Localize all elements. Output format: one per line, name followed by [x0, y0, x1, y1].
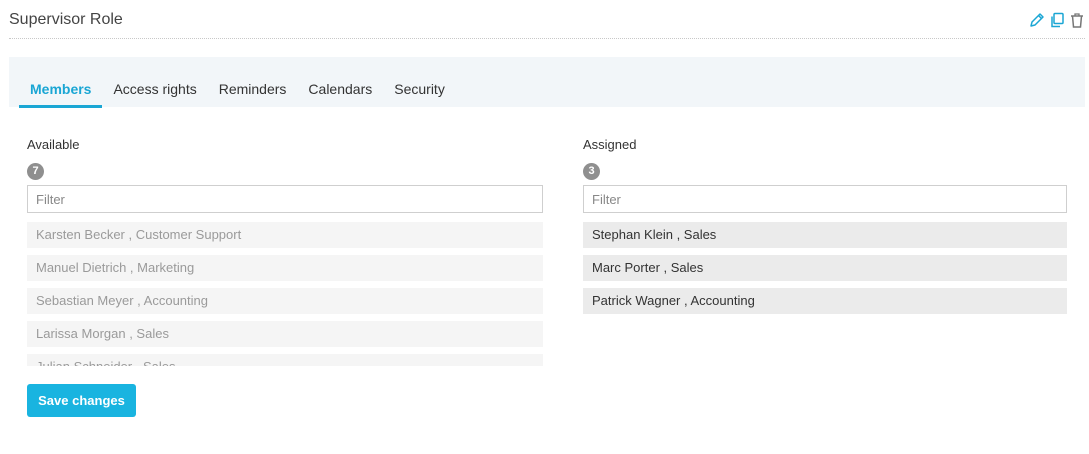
tab-security[interactable]: Security: [383, 81, 456, 108]
save-changes-button[interactable]: Save changes: [27, 384, 136, 417]
available-list-item[interactable]: Julian Schneider , Sales: [27, 354, 543, 366]
tab-list: Members Access rights Reminders Calendar…: [19, 81, 456, 108]
assigned-list-item[interactable]: Patrick Wagner , Accounting: [583, 288, 1067, 314]
tab-members[interactable]: Members: [19, 81, 103, 108]
available-list[interactable]: Karsten Becker , Customer Support Manuel…: [27, 222, 543, 366]
available-list-item[interactable]: Larissa Morgan , Sales: [27, 321, 543, 347]
assigned-count-badge: 3: [583, 163, 600, 180]
title-bar: Supervisor Role: [9, 0, 1085, 39]
assigned-panel: Assigned 3 Stephan Klein , Sales Marc Po…: [583, 137, 1067, 366]
available-list-item[interactable]: Sebastian Meyer , Accounting: [27, 288, 543, 314]
assigned-label: Assigned: [583, 137, 637, 152]
tab-calendars[interactable]: Calendars: [297, 81, 383, 108]
trash-icon[interactable]: [1069, 12, 1085, 28]
assigned-list-item[interactable]: Stephan Klein , Sales: [583, 222, 1067, 248]
copy-icon[interactable]: [1049, 12, 1065, 28]
tab-access-rights[interactable]: Access rights: [102, 81, 207, 108]
tabs-bar: Members Access rights Reminders Calendar…: [9, 57, 1085, 108]
title-actions: [1029, 12, 1085, 28]
available-list-item[interactable]: Manuel Dietrich , Marketing: [27, 255, 543, 281]
assigned-filter-input[interactable]: [583, 185, 1067, 213]
assigned-list[interactable]: Stephan Klein , Sales Marc Porter , Sale…: [583, 222, 1067, 366]
available-list-item[interactable]: Karsten Becker , Customer Support: [27, 222, 543, 248]
tab-reminders[interactable]: Reminders: [208, 81, 298, 108]
available-filter-input[interactable]: [27, 185, 543, 213]
page-title: Supervisor Role: [9, 11, 123, 28]
available-panel: Available 7 Karsten Becker , Customer Su…: [27, 137, 543, 366]
available-count-badge: 7: [27, 163, 44, 180]
available-label: Available: [27, 137, 80, 152]
edit-icon[interactable]: [1029, 12, 1045, 28]
assigned-list-item[interactable]: Marc Porter , Sales: [583, 255, 1067, 281]
